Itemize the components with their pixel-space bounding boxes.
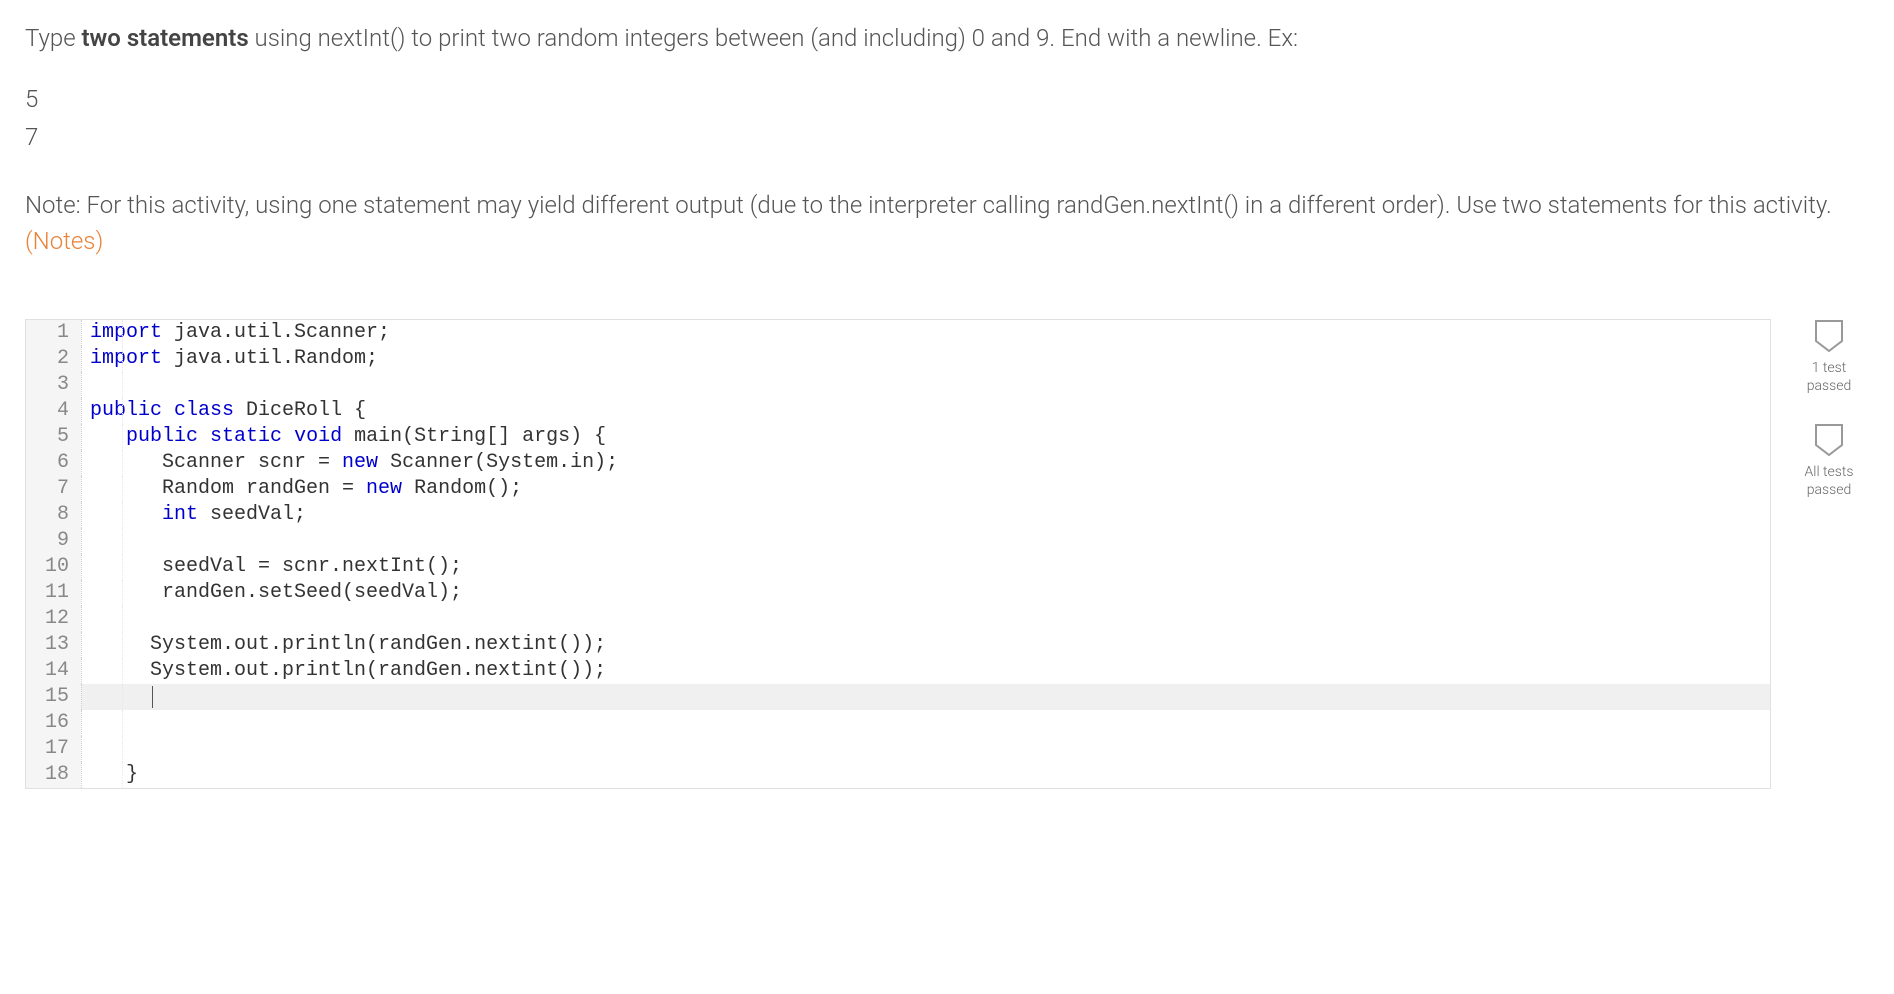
code-content[interactable]: public class DiceRoll { [81, 398, 1770, 424]
line-number: 17 [26, 736, 81, 762]
code-content[interactable]: System.out.println(randGen.nextint()); [81, 632, 1770, 658]
test-badges: 1 test passed All tests passed [1789, 319, 1869, 500]
code-content[interactable]: int seedVal; [81, 502, 1770, 528]
line-number: 15 [26, 684, 81, 710]
code-line[interactable]: 12 [26, 606, 1770, 632]
code-content[interactable]: } [81, 762, 1770, 788]
code-line[interactable]: 15 [26, 684, 1770, 710]
code-line[interactable]: 4public class DiceRoll { [26, 398, 1770, 424]
code-content[interactable]: import java.util.Random; [81, 346, 1770, 372]
code-content[interactable]: seedVal = scnr.nextInt(); [81, 554, 1770, 580]
code-line[interactable]: 3 [26, 372, 1770, 398]
note-body: Note: For this activity, using one state… [25, 191, 1832, 219]
code-content[interactable] [81, 710, 1770, 736]
code-line[interactable]: 16 [26, 710, 1770, 736]
code-line[interactable]: 9 [26, 528, 1770, 554]
code-line[interactable]: 1import java.util.Scanner; [26, 320, 1770, 346]
code-line[interactable]: 6 Scanner scnr = new Scanner(System.in); [26, 450, 1770, 476]
line-number: 11 [26, 580, 81, 606]
note-text: Note: For this activity, using one state… [25, 187, 1869, 259]
example-line-1: 5 [25, 80, 1869, 118]
code-line[interactable]: 7 Random randGen = new Random(); [26, 476, 1770, 502]
line-number: 4 [26, 398, 81, 424]
example-line-2: 7 [25, 118, 1869, 156]
code-content[interactable]: randGen.setSeed(seedVal); [81, 580, 1770, 606]
line-number: 9 [26, 528, 81, 554]
code-editor[interactable]: 1import java.util.Scanner;2import java.u… [25, 319, 1771, 789]
code-content[interactable]: Scanner scnr = new Scanner(System.in); [81, 450, 1770, 476]
line-number: 10 [26, 554, 81, 580]
line-number: 8 [26, 502, 81, 528]
code-line[interactable]: 5 public static void main(String[] args)… [26, 424, 1770, 450]
line-number: 12 [26, 606, 81, 632]
line-number: 5 [26, 424, 81, 450]
code-line[interactable]: 8 int seedVal; [26, 502, 1770, 528]
code-line[interactable]: 2import java.util.Random; [26, 346, 1770, 372]
code-line[interactable]: 17 [26, 736, 1770, 762]
code-content[interactable]: System.out.println(randGen.nextint()); [81, 658, 1770, 684]
line-number: 7 [26, 476, 81, 502]
content-wrapper: 1import java.util.Scanner;2import java.u… [25, 319, 1869, 789]
line-number: 14 [26, 658, 81, 684]
code-content[interactable] [81, 372, 1770, 398]
all-tests-passed-badge: All tests passed [1805, 423, 1854, 499]
text-cursor [152, 686, 153, 708]
code-line[interactable]: 13 System.out.println(randGen.nextint())… [26, 632, 1770, 658]
line-number: 2 [26, 346, 81, 372]
code-content[interactable] [81, 684, 1770, 710]
instruction-text: Type two statements using nextInt() to p… [25, 20, 1869, 56]
code-line[interactable]: 11 randGen.setSeed(seedVal); [26, 580, 1770, 606]
example-output: 5 7 [25, 80, 1869, 157]
code-line[interactable]: 18 } [26, 762, 1770, 788]
code-content[interactable]: public static void main(String[] args) { [81, 424, 1770, 450]
instruction-bold: two statements [81, 24, 248, 52]
code-line[interactable]: 14 System.out.println(randGen.nextint())… [26, 658, 1770, 684]
code-content[interactable]: Random randGen = new Random(); [81, 476, 1770, 502]
notes-link[interactable]: (Notes) [25, 227, 103, 255]
code-content[interactable] [81, 606, 1770, 632]
shield-icon [1814, 319, 1844, 353]
line-number: 16 [26, 710, 81, 736]
line-number: 6 [26, 450, 81, 476]
badge-label: 1 test passed [1807, 359, 1851, 395]
code-line[interactable]: 10 seedVal = scnr.nextInt(); [26, 554, 1770, 580]
code-content[interactable]: import java.util.Scanner; [81, 320, 1770, 346]
code-content[interactable] [81, 528, 1770, 554]
instruction-suffix: using nextInt() to print two random inte… [249, 24, 1298, 52]
instruction-prefix: Type [25, 24, 81, 52]
line-number: 1 [26, 320, 81, 346]
line-number: 13 [26, 632, 81, 658]
badge-label: All tests passed [1805, 463, 1854, 499]
one-test-passed-badge: 1 test passed [1807, 319, 1851, 395]
line-number: 3 [26, 372, 81, 398]
shield-icon [1814, 423, 1844, 457]
code-content[interactable] [81, 736, 1770, 762]
line-number: 18 [26, 762, 81, 788]
